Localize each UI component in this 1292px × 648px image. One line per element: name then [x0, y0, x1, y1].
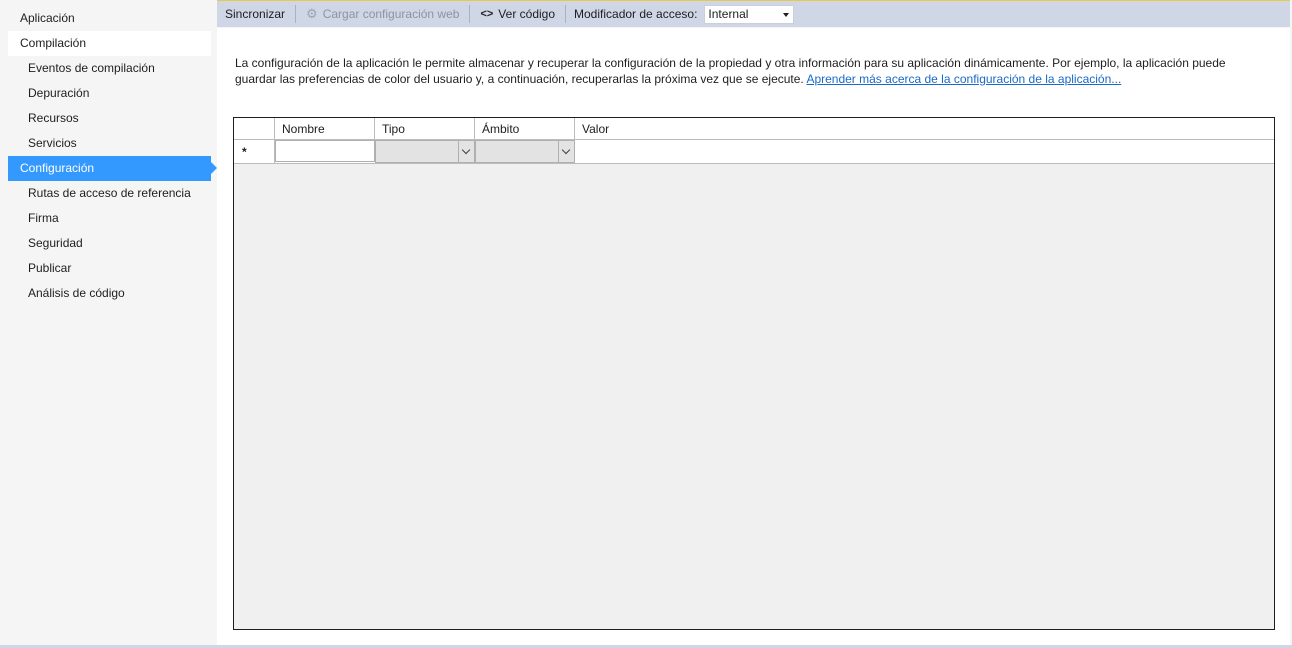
sidebar-item-eventos-compilacion[interactable]: Eventos de compilación — [8, 56, 211, 81]
settings-toolbar: Sincronizar ⚙ Cargar configuración web <… — [217, 0, 1290, 27]
view-code-button[interactable]: <> Ver código — [478, 7, 557, 21]
web-settings-icon: ⚙ — [306, 6, 318, 21]
column-header-ambito[interactable]: Ámbito — [475, 118, 575, 140]
chevron-down-icon[interactable] — [558, 141, 574, 162]
sidebar-item-depuracion[interactable]: Depuración — [8, 81, 211, 106]
new-row-marker[interactable]: * — [234, 140, 275, 163]
sidebar-item-rutas-referencia[interactable]: Rutas de acceso de referencia — [8, 181, 211, 206]
column-header-nombre[interactable]: Nombre — [275, 118, 375, 140]
learn-more-link[interactable]: Aprender más acerca de la configuración … — [806, 72, 1121, 86]
settings-panel: Sincronizar ⚙ Cargar configuración web <… — [217, 0, 1292, 648]
sidebar-item-configuracion[interactable]: Configuración — [8, 156, 217, 181]
view-code-label: Ver código — [498, 7, 556, 21]
settings-sidebar: Aplicación Compilación Eventos de compil… — [0, 0, 217, 648]
sidebar-item-publicar[interactable]: Publicar — [8, 256, 211, 281]
access-modifier-select[interactable]: Internal — [704, 4, 795, 24]
sidebar-item-compilacion[interactable]: Compilación — [8, 31, 211, 56]
column-header-valor[interactable]: Valor — [575, 118, 1274, 140]
code-icon: <> — [480, 8, 494, 20]
sidebar-item-analisis-codigo[interactable]: Análisis de código — [8, 281, 211, 306]
toolbar-separator — [295, 5, 297, 23]
new-row: * — [234, 140, 1274, 164]
sidebar-item-recursos[interactable]: Recursos — [8, 106, 211, 131]
settings-description: La configuración de la aplicación le per… — [235, 55, 1265, 87]
name-cell-input[interactable] — [275, 140, 375, 162]
chevron-down-icon[interactable] — [458, 141, 474, 162]
load-web-settings-label: Cargar configuración web — [322, 7, 460, 21]
sync-button[interactable]: Sincronizar — [223, 7, 287, 21]
settings-content: La configuración de la aplicación le per… — [217, 28, 1290, 646]
dropdown-arrow-icon — [783, 12, 790, 17]
value-cell-input[interactable] — [575, 140, 1274, 163]
toolbar-separator — [469, 5, 471, 23]
sidebar-item-firma[interactable]: Firma — [8, 206, 211, 231]
load-web-settings-button[interactable]: ⚙ Cargar configuración web — [304, 6, 461, 22]
sidebar-item-servicios[interactable]: Servicios — [8, 131, 211, 156]
row-header-corner — [234, 118, 275, 140]
settings-grid: Nombre Tipo Ámbito Valor * — [233, 117, 1275, 630]
grid-header: Nombre Tipo Ámbito Valor — [234, 118, 1274, 140]
column-header-tipo[interactable]: Tipo — [375, 118, 475, 140]
access-modifier-label: Modificador de acceso: — [574, 7, 698, 21]
type-cell-dropdown[interactable] — [375, 140, 475, 163]
sidebar-item-aplicacion[interactable]: Aplicación — [0, 6, 211, 31]
sidebar-item-seguridad[interactable]: Seguridad — [8, 231, 211, 256]
scope-cell-dropdown[interactable] — [475, 140, 575, 163]
toolbar-separator — [565, 5, 567, 23]
access-modifier-value: Internal — [708, 6, 749, 21]
